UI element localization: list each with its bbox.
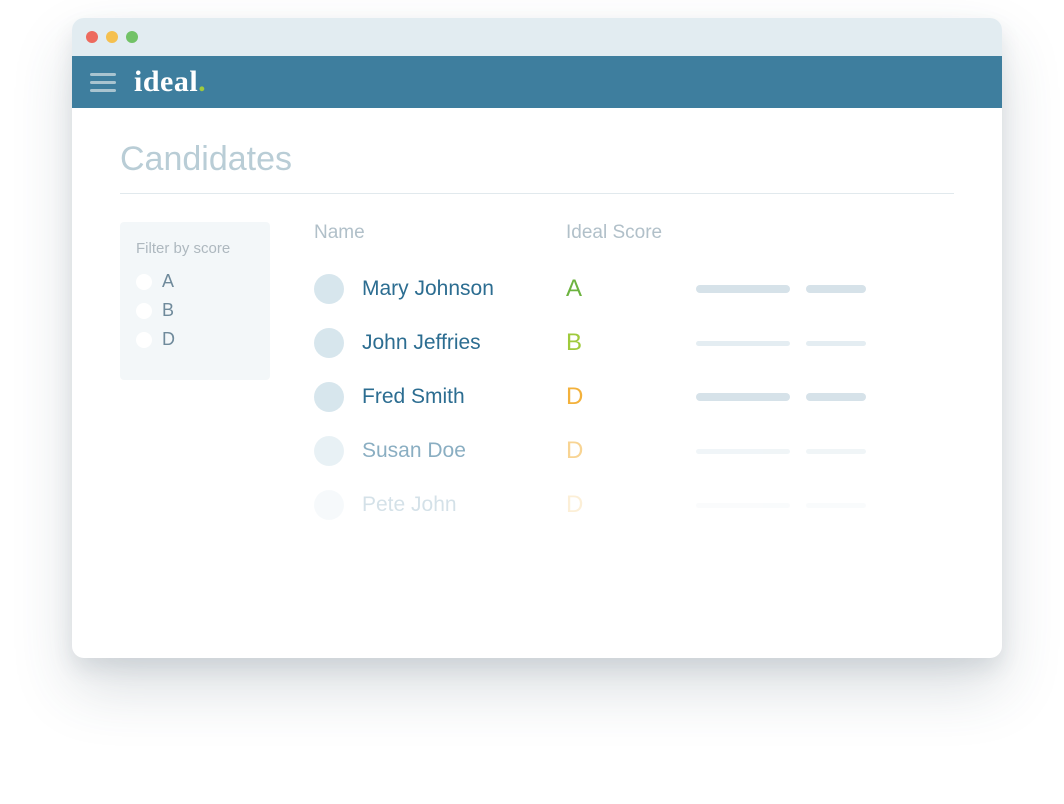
table-row[interactable]: John Jeffries B: [306, 316, 954, 370]
column-header-name: Name: [306, 222, 566, 244]
avatar: [314, 328, 344, 358]
window-titlebar: [72, 18, 1002, 56]
candidate-name: Susan Doe: [362, 439, 466, 463]
radio-icon: [136, 303, 152, 319]
score-badge: D: [566, 383, 583, 410]
action-placeholder[interactable]: [806, 341, 866, 346]
window-close-icon[interactable]: [86, 31, 98, 43]
table-row[interactable]: Pete John D: [306, 478, 954, 532]
candidate-name: Fred Smith: [362, 385, 465, 409]
filter-option-a[interactable]: A: [136, 271, 254, 292]
action-placeholder[interactable]: [696, 285, 790, 293]
score-badge: D: [566, 491, 583, 518]
radio-icon: [136, 274, 152, 290]
app-header: ideal.: [72, 56, 1002, 108]
action-placeholder[interactable]: [806, 285, 866, 293]
page-content: Candidates Filter by score A B D: [72, 108, 1002, 532]
column-header-score: Ideal Score: [566, 222, 696, 244]
action-placeholder[interactable]: [806, 393, 866, 401]
avatar: [314, 436, 344, 466]
candidates-table: Name Ideal Score Mary Johnson A: [306, 222, 954, 532]
candidate-name: Mary Johnson: [362, 277, 494, 301]
action-placeholder[interactable]: [696, 503, 790, 508]
table-row[interactable]: Fred Smith D: [306, 370, 954, 424]
menu-icon[interactable]: [90, 73, 116, 92]
filter-panel: Filter by score A B D: [120, 222, 270, 380]
radio-icon: [136, 332, 152, 348]
logo-text: ideal: [134, 65, 198, 98]
score-badge: B: [566, 329, 582, 356]
action-placeholder[interactable]: [806, 503, 866, 508]
table-header: Name Ideal Score: [306, 222, 954, 244]
page-title: Candidates: [120, 140, 954, 179]
score-badge: A: [566, 275, 582, 302]
logo-dot: .: [198, 65, 206, 98]
table-row[interactable]: Mary Johnson A: [306, 262, 954, 316]
score-badge: D: [566, 437, 583, 464]
candidate-name: Pete John: [362, 493, 457, 517]
action-placeholder[interactable]: [696, 393, 790, 401]
action-placeholder[interactable]: [806, 449, 866, 454]
avatar: [314, 274, 344, 304]
app-window: ideal. Candidates Filter by score A B D: [72, 18, 1002, 658]
divider: [120, 193, 954, 194]
filter-option-label: D: [162, 329, 175, 350]
window-maximize-icon[interactable]: [126, 31, 138, 43]
filter-option-label: B: [162, 300, 174, 321]
action-placeholder[interactable]: [696, 341, 790, 346]
avatar: [314, 490, 344, 520]
filter-option-b[interactable]: B: [136, 300, 254, 321]
filter-option-label: A: [162, 271, 174, 292]
table-row[interactable]: Susan Doe D: [306, 424, 954, 478]
filter-option-d[interactable]: D: [136, 329, 254, 350]
filter-title: Filter by score: [136, 240, 254, 257]
avatar: [314, 382, 344, 412]
app-logo: ideal.: [134, 65, 206, 99]
candidate-name: John Jeffries: [362, 331, 481, 355]
window-minimize-icon[interactable]: [106, 31, 118, 43]
action-placeholder[interactable]: [696, 449, 790, 454]
